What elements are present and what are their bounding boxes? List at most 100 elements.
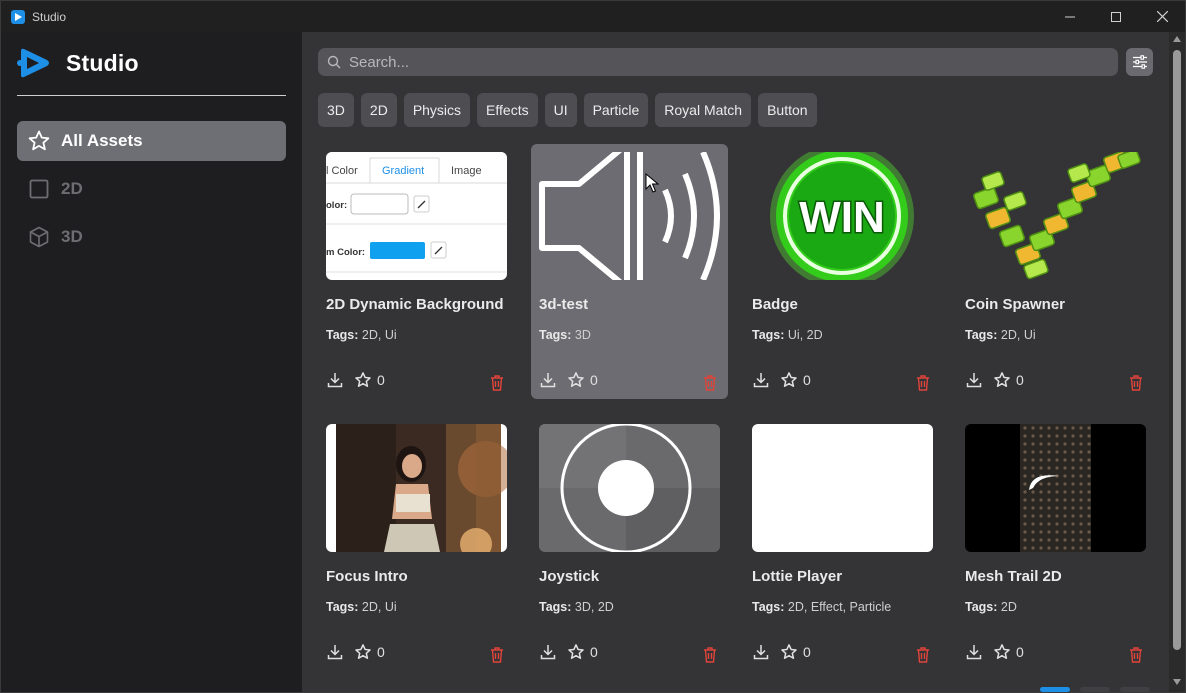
delete-trash-icon[interactable] — [1129, 647, 1143, 663]
asset-tags: Tags: 2D, Ui — [965, 328, 1036, 342]
delete-trash-icon[interactable] — [1129, 375, 1143, 391]
tag-chip-button[interactable]: Button — [758, 93, 817, 127]
favorite-star-icon[interactable] — [993, 643, 1011, 661]
asset-card[interactable]: Mesh Trail 2D Tags: 2D 0 — [957, 416, 1154, 671]
sidebar-item-label: 2D — [61, 179, 83, 198]
asset-card[interactable]: Coin Spawner Tags: 2D, Ui 0 — [957, 144, 1154, 399]
favorite-star-icon[interactable] — [780, 371, 798, 389]
scroll-down-arrow-icon[interactable] — [1173, 679, 1181, 685]
favorite-star-icon[interactable] — [567, 371, 585, 389]
tags-label: Tags: — [539, 600, 572, 614]
tag-chip-royal-match[interactable]: Royal Match — [655, 93, 752, 127]
asset-tags: Tags: 2D, Ui — [326, 600, 397, 614]
tag-chip-3d[interactable]: 3D — [318, 93, 354, 127]
download-icon[interactable] — [326, 371, 344, 389]
minimize-icon — [1065, 16, 1075, 17]
asset-thumbnail — [965, 152, 1146, 280]
asset-tag-values: 2D — [1000, 600, 1017, 614]
vertical-scrollbar[interactable] — [1169, 32, 1185, 692]
download-icon[interactable] — [326, 643, 344, 661]
scrollbar-thumb[interactable] — [1173, 50, 1181, 650]
asset-actions: 0 — [539, 643, 720, 663]
favorite-count: 0 — [1016, 644, 1024, 660]
tag-chip-effects[interactable]: Effects — [477, 93, 538, 127]
favorite-count: 0 — [803, 644, 811, 660]
tag-filter-list: 3D 2D Physics Effects UI Particle Royal … — [318, 93, 817, 127]
tag-chip-particle[interactable]: Particle — [583, 93, 649, 127]
favorite-star-icon[interactable] — [354, 643, 372, 661]
favorite-star-icon[interactable] — [354, 371, 372, 389]
minimize-button[interactable] — [1047, 1, 1093, 32]
asset-tag-values: 2D, Ui — [361, 328, 397, 342]
sidebar-item-label: 3D — [61, 227, 83, 246]
cube-icon — [29, 226, 49, 248]
tags-label: Tags: — [539, 328, 572, 342]
download-icon[interactable] — [752, 371, 770, 389]
asset-tag-values: 3D, 2D — [574, 600, 614, 614]
asset-title: Mesh Trail 2D — [965, 568, 1062, 585]
delete-trash-icon[interactable] — [916, 647, 930, 663]
asset-card[interactable]: Lottie Player Tags: 2D, Effect, Particle… — [744, 416, 941, 671]
sidebar: Studio All Assets 2D 3D — [1, 32, 302, 692]
asset-card[interactable]: WIN Badge Tags: Ui, 2D 0 — [744, 144, 941, 399]
scroll-up-arrow-icon[interactable] — [1173, 36, 1181, 42]
character-scene-preview — [336, 424, 507, 552]
asset-tags: Tags: 2D, Ui — [326, 328, 397, 342]
sidebar-item-3d[interactable]: 3D — [17, 217, 286, 257]
favorite-count: 0 — [377, 372, 385, 388]
maximize-button[interactable] — [1093, 1, 1139, 32]
asset-thumbnail: l Color Gradient Image olor: m Color: — [326, 152, 507, 280]
download-icon[interactable] — [539, 371, 557, 389]
favorite-star-icon[interactable] — [993, 371, 1011, 389]
download-icon[interactable] — [539, 643, 557, 661]
search-input[interactable] — [349, 53, 1089, 71]
asset-card[interactable]: l Color Gradient Image olor: m Color: 2D… — [318, 144, 515, 399]
asset-actions: 0 — [326, 643, 507, 663]
tag-chip-2d[interactable]: 2D — [360, 93, 397, 127]
main-content: 3D 2D Physics Effects UI Particle Royal … — [302, 32, 1169, 692]
asset-card[interactable]: Focus Intro Tags: 2D, Ui 0 — [318, 416, 515, 671]
tags-label: Tags: — [752, 328, 785, 342]
brand: Studio — [17, 48, 139, 78]
page-dot-active[interactable] — [1040, 687, 1070, 692]
favorite-star-icon[interactable] — [780, 643, 798, 661]
star-icon — [28, 130, 50, 151]
window-title: Studio — [32, 9, 67, 24]
sidebar-item-2d[interactable]: 2D — [17, 169, 286, 209]
asset-tag-values: 2D, Ui — [1000, 328, 1036, 342]
page-dot[interactable] — [1120, 687, 1150, 692]
search-bar[interactable] — [318, 48, 1118, 76]
delete-trash-icon[interactable] — [916, 375, 930, 391]
delete-trash-icon[interactable] — [703, 647, 717, 663]
preview-tab-image: Image — [451, 165, 482, 177]
filter-button[interactable] — [1126, 48, 1153, 76]
brand-name: Studio — [66, 49, 139, 76]
sidebar-item-all-assets[interactable]: All Assets — [17, 121, 286, 161]
favorite-count: 0 — [590, 644, 598, 660]
delete-trash-icon[interactable] — [703, 375, 717, 391]
app-logo-icon — [11, 9, 25, 24]
asset-actions: 0 — [965, 643, 1146, 663]
page-dot[interactable] — [1080, 687, 1110, 692]
mesh-trail-preview — [1020, 424, 1091, 552]
speaker-icon — [539, 152, 720, 280]
favorite-star-icon[interactable] — [567, 643, 585, 661]
delete-trash-icon[interactable] — [490, 375, 504, 391]
asset-actions: 0 — [539, 371, 720, 391]
tag-chip-ui[interactable]: UI — [544, 93, 577, 127]
delete-trash-icon[interactable] — [490, 647, 504, 663]
preview-label-color: olor: — [326, 200, 347, 211]
asset-tags: Tags: 2D, Effect, Particle — [752, 600, 891, 614]
tag-chip-physics[interactable]: Physics — [403, 93, 471, 127]
asset-actions: 0 — [752, 643, 933, 663]
download-icon[interactable] — [965, 371, 983, 389]
download-icon[interactable] — [965, 643, 983, 661]
asset-card[interactable]: Joystick Tags: 3D, 2D 0 — [531, 416, 728, 671]
download-icon[interactable] — [752, 643, 770, 661]
favorite-count: 0 — [590, 372, 598, 388]
close-button[interactable] — [1139, 1, 1185, 32]
asset-thumbnail — [539, 152, 720, 280]
asset-title: Joystick — [539, 568, 600, 585]
asset-tag-values: 2D, Effect, Particle — [787, 600, 892, 614]
asset-card[interactable]: 3d-test Tags: 3D 0 — [531, 144, 728, 399]
